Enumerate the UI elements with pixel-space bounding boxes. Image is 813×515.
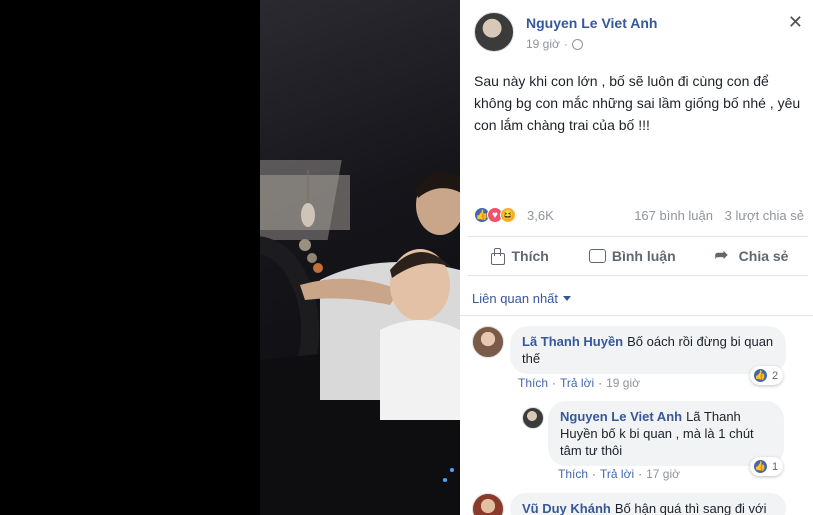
comment-likes: 1	[772, 460, 779, 473]
comment-time[interactable]: 19 giờ	[606, 376, 640, 390]
commenter-avatar[interactable]	[522, 407, 544, 429]
share-label: Chia sẻ	[738, 248, 789, 264]
reaction-count[interactable]: 3,6K	[527, 208, 554, 223]
like-label: Thích	[511, 248, 549, 264]
photo-illustration	[260, 160, 460, 515]
stats-right: 167 bình luận 3 lượt chia sẻ	[626, 208, 804, 223]
commenter-name[interactable]: Lã Thanh Huyền	[522, 334, 623, 349]
separator-dot: ·	[552, 376, 557, 390]
close-icon[interactable]: ✕	[788, 12, 803, 33]
share-icon	[715, 245, 733, 265]
comment-bubble: Nguyen Le Viet Anh Lã Thanh Huyền bố k bi…	[548, 401, 784, 466]
comment-reply-link[interactable]: Trả lời	[600, 467, 634, 481]
post-time[interactable]: 19 giờ	[526, 37, 560, 51]
comment-button[interactable]: Bình luận	[588, 247, 676, 265]
comment-item: Vũ Duy Khánh Bố hận quá thì sang đi với	[472, 493, 802, 515]
comment-actions: Thích · Trả lời · 19 giờ	[518, 376, 640, 390]
separator-dot: ·	[563, 37, 568, 51]
post-actions: Thích Bình luận Chia sẻ	[468, 236, 808, 276]
comment-item: Lã Thanh Huyền Bố oách rồi đừng bi quan t…	[472, 326, 802, 396]
post-meta: 19 giờ ·	[526, 37, 583, 51]
comment-bubble: Lã Thanh Huyền Bố oách rồi đừng bi quan t…	[510, 326, 786, 374]
like-reaction-icon: 👍	[753, 368, 768, 383]
post-author[interactable]: Nguyen Le Viet Anh	[526, 15, 657, 31]
like-button[interactable]: Thích	[488, 247, 549, 265]
commenter-name[interactable]: Vũ Duy Khánh	[522, 501, 611, 515]
share-button[interactable]: Chia sẻ	[715, 245, 789, 265]
comment-reply-link[interactable]: Trả lời	[560, 376, 594, 390]
separator-dot: ·	[638, 467, 643, 481]
post-panel: Nguyen Le Viet Anh 19 giờ · ✕ Sau này kh…	[460, 0, 813, 515]
post-stats: 👍 ♥ 😆 3,6K 167 bình luận 3 lượt chia sẻ	[474, 205, 804, 225]
reply-item: Nguyen Le Viet Anh Lã Thanh Huyền bố k bi…	[522, 401, 804, 483]
comment-likes: 2	[772, 369, 779, 382]
commenter-avatar[interactable]	[472, 493, 504, 515]
comment-text: Bố hận quá thì sang đi với	[614, 501, 767, 515]
like-reaction-icon: 👍	[753, 459, 768, 474]
post-text: Sau này khi con lớn , bố sẽ luôn đi cùng…	[474, 73, 801, 133]
comment-bubble: Vũ Duy Khánh Bố hận quá thì sang đi với	[510, 493, 786, 515]
commenter-avatar[interactable]	[472, 326, 504, 358]
comment-label: Bình luận	[611, 248, 676, 264]
comment-time[interactable]: 17 giờ	[646, 467, 680, 481]
commenter-name[interactable]: Nguyen Le Viet Anh	[560, 409, 682, 424]
chevron-down-icon	[563, 296, 572, 301]
author-avatar[interactable]	[474, 12, 514, 52]
separator-dot: ·	[598, 376, 603, 390]
comment-like-count[interactable]: 👍 1	[750, 457, 784, 476]
divider	[460, 315, 813, 316]
separator-dot: ·	[592, 467, 597, 481]
share-count[interactable]: 3 lượt chia sẻ	[725, 208, 804, 223]
comment-like-link[interactable]: Thích	[558, 467, 588, 481]
comment-like-count[interactable]: 👍 2	[750, 366, 784, 385]
comment-icon	[588, 247, 606, 265]
sort-label: Liên quan nhất	[472, 291, 559, 306]
globe-icon	[571, 38, 583, 50]
comment-actions: Thích · Trả lời · 17 giờ	[558, 467, 680, 481]
comment-count[interactable]: 167 bình luận	[634, 208, 713, 223]
haha-reaction-icon: 😆	[500, 207, 516, 223]
post-photo[interactable]	[260, 0, 460, 515]
photo-backdrop	[0, 0, 260, 515]
thumbs-up-icon	[488, 247, 506, 265]
comment-sort-dropdown[interactable]: Liên quan nhất	[472, 291, 572, 306]
comment-like-link[interactable]: Thích	[518, 376, 548, 390]
reaction-icons[interactable]: 👍 ♥ 😆	[474, 207, 516, 223]
